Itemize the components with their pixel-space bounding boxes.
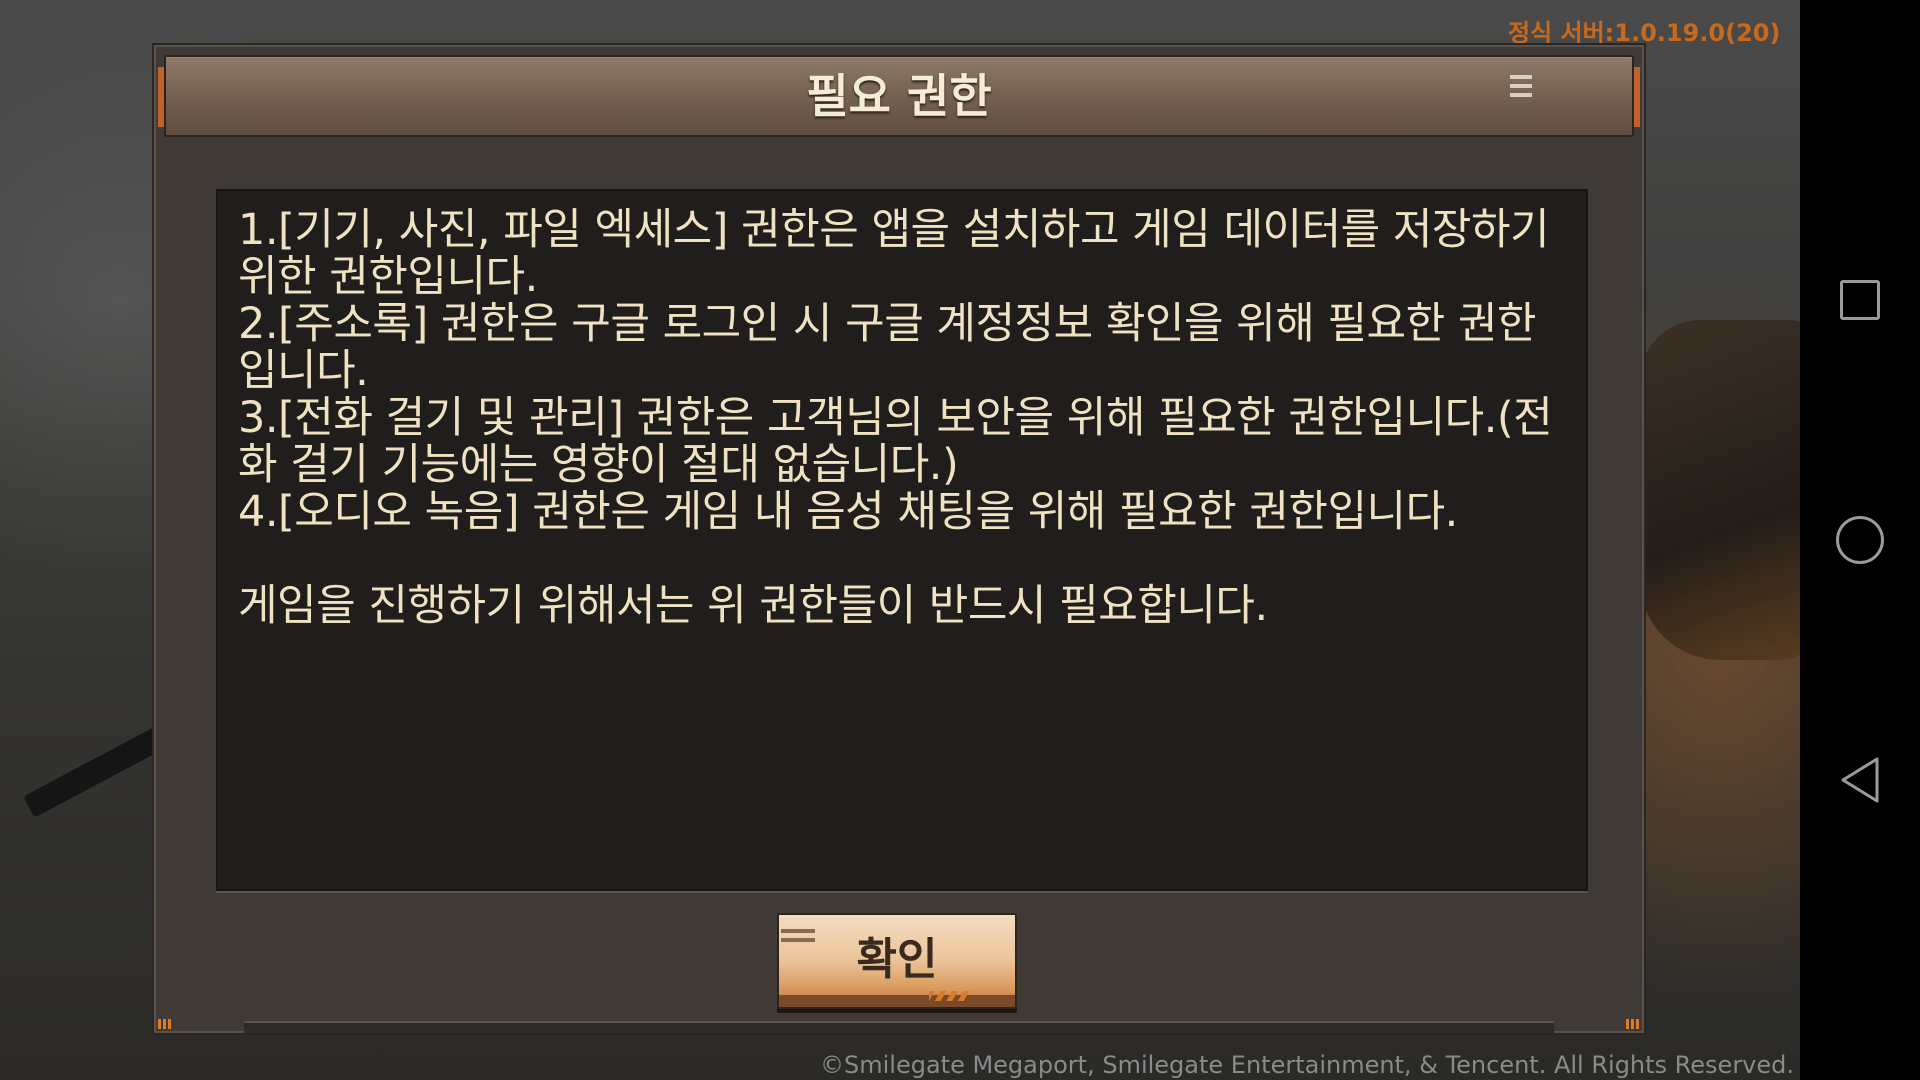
menu-icon xyxy=(1510,75,1532,101)
dialog-bottom-rail xyxy=(244,1021,1554,1033)
back-icon xyxy=(1841,757,1879,803)
confirm-button[interactable]: 확인 xyxy=(777,913,1017,1009)
corner-marker-right xyxy=(1626,1019,1640,1029)
dialog-title: 필요 권한 xyxy=(806,69,992,123)
copyright-notice: ©Smilegate Megaport, Smilegate Entertain… xyxy=(820,1051,1795,1079)
dialog-title-bar: 필요 권한 xyxy=(158,55,1640,137)
permissions-description: 1.[기기, 사진, 파일 엑세스] 권한은 앱을 설치하고 게임 데이터를 저… xyxy=(238,205,1553,631)
rifle-barrel-decoration xyxy=(23,726,167,818)
back-button[interactable] xyxy=(1830,750,1890,810)
button-base xyxy=(779,995,1015,1007)
corner-marker-left xyxy=(158,1019,172,1029)
recent-apps-icon xyxy=(1840,280,1880,320)
home-button[interactable] xyxy=(1830,510,1890,570)
confirm-button-label: 확인 xyxy=(856,934,938,985)
soldier-decoration xyxy=(1640,320,1800,660)
android-navigation-bar xyxy=(1800,0,1920,1080)
home-icon xyxy=(1836,516,1884,564)
permissions-text-box[interactable]: 1.[기기, 사진, 파일 엑세스] 권한은 앱을 설치하고 게임 데이터를 저… xyxy=(216,189,1588,891)
permissions-dialog: 필요 권한 1.[기기, 사진, 파일 엑세스] 권한은 앱을 설치하고 게임 … xyxy=(152,43,1646,1035)
stripe-decoration xyxy=(929,991,969,1001)
recent-apps-button[interactable] xyxy=(1830,270,1890,330)
